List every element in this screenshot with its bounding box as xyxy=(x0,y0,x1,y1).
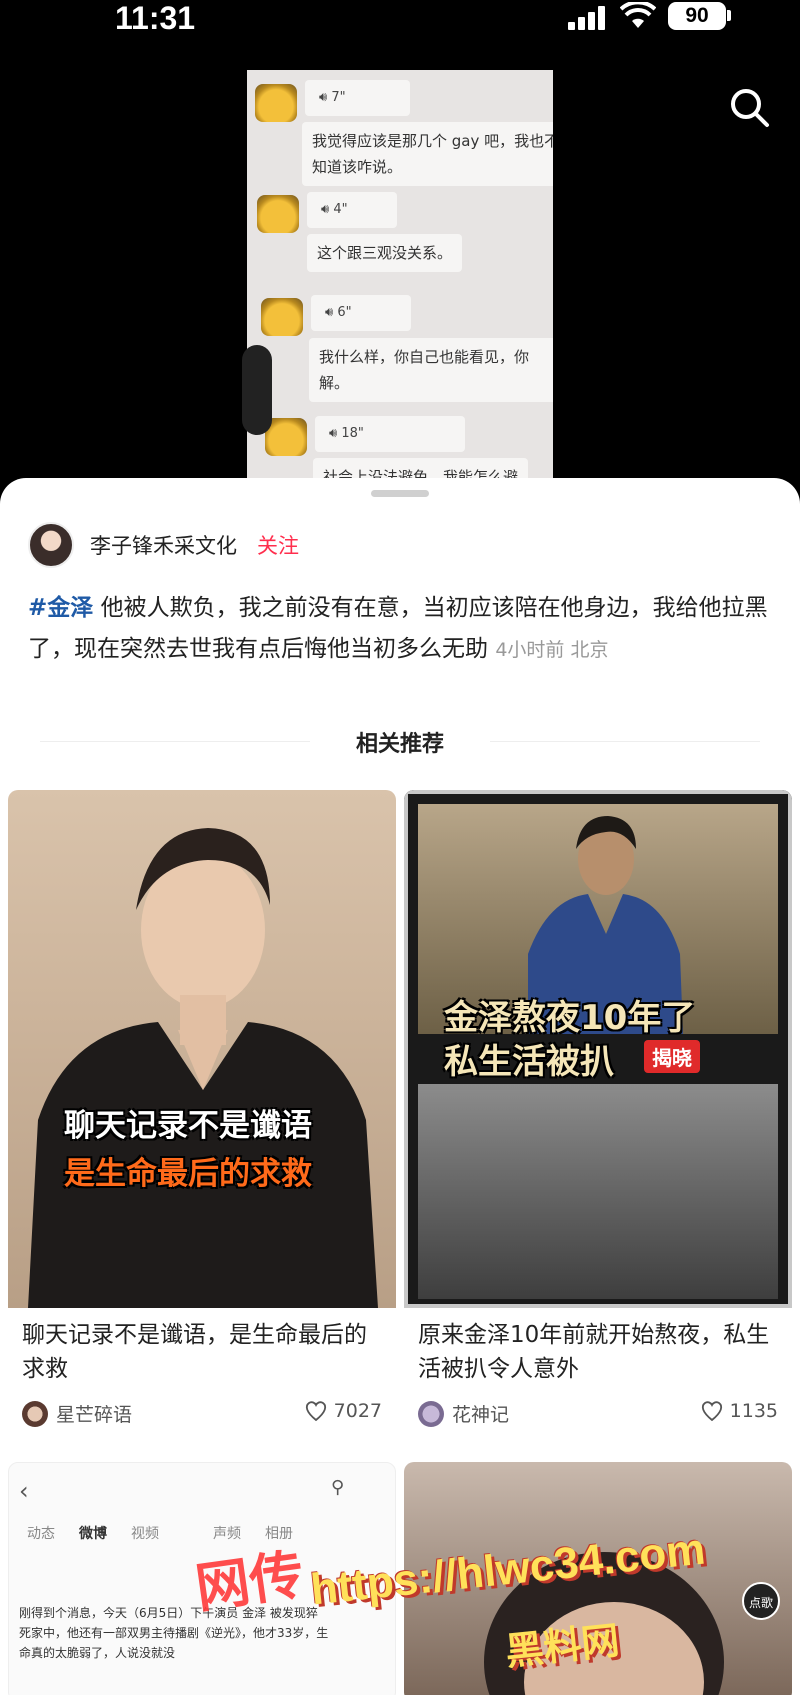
chat-avatar xyxy=(257,195,299,233)
post-meta: 4小时前 北京 xyxy=(495,639,609,661)
hashtag-link[interactable]: #金泽 xyxy=(28,595,93,621)
card-thumbnail: 金泽熬夜10年了 私生活被扒 揭晓 xyxy=(404,790,792,1308)
card-overlay-line: 是生命最后的求救 xyxy=(64,1156,312,1192)
preview-text: 刚得到个消息，今天（6月5日）下午演员 金泽 被发现猝死家中，他还有一部双男主待… xyxy=(19,1606,329,1660)
post-detail-sheet: 李子锋禾采文化 关注 #金泽 他被人欺负，我之前没有在意，当初应该陪在他身边，我… xyxy=(0,478,800,1695)
back-arrow-icon: ‹ xyxy=(19,1477,29,1505)
card-likes[interactable]: 1135 xyxy=(700,1400,778,1422)
avatar xyxy=(418,1400,444,1427)
author-name[interactable]: 李子锋禾采文化 xyxy=(90,530,237,560)
voice-message: 🔊︎ 18" xyxy=(315,416,465,452)
voice-wave-icon: 🔊︎ xyxy=(321,202,334,217)
follow-button[interactable]: 关注 xyxy=(257,530,299,560)
song-request-badge[interactable]: 点歌 xyxy=(742,1582,780,1620)
sheet-drag-handle[interactable] xyxy=(371,490,429,497)
text-message: 社会上没法避免，我能怎么避 xyxy=(313,458,529,480)
card-likes[interactable]: 7027 xyxy=(304,1400,382,1422)
card-author[interactable]: 星芒碎语 xyxy=(22,1400,132,1427)
voice-message: 🔊︎ 6" xyxy=(311,295,411,331)
cellular-signal-icon xyxy=(568,6,606,30)
voice-duration: 7" xyxy=(331,90,346,105)
like-count: 7027 xyxy=(333,1400,382,1422)
wifi-icon xyxy=(620,2,656,28)
tab-weibo: 微博 xyxy=(79,1526,107,1542)
voice-wave-icon: 🔊︎ xyxy=(325,305,338,320)
card-author-name: 花神记 xyxy=(452,1404,510,1426)
text-message: 我什么样，你自己也能看见，你 解。 xyxy=(309,338,553,402)
avatar xyxy=(22,1400,48,1427)
battery-tip xyxy=(727,10,731,21)
heart-icon xyxy=(701,1401,722,1422)
voice-message: 🔊︎ 4" xyxy=(307,192,397,228)
tab-video: 视频 xyxy=(131,1526,159,1542)
voice-duration: 18" xyxy=(341,426,364,441)
card-thumbnail: 聊天记录不是谶语 是生命最后的求救 xyxy=(8,790,396,1308)
heart-icon xyxy=(305,1401,326,1422)
voice-duration: 4" xyxy=(333,202,348,217)
weibo-nav-tabs: 动态 微博 视频 声频 相册 xyxy=(27,1523,395,1543)
card-author-name: 星芒碎语 xyxy=(56,1404,133,1426)
text-message: 这个跟三观没关系。 xyxy=(307,234,463,272)
chat-avatar xyxy=(261,298,303,336)
card-title: 聊天记录不是谶语，是生命最后的求救 xyxy=(22,1322,367,1382)
stamp-text: 网传 xyxy=(191,1542,308,1621)
thumbnail-photo-bottom xyxy=(418,1084,778,1299)
voice-wave-icon: 🔊︎ xyxy=(329,426,342,441)
text-message: 我觉得应该是那几个 gay 吧，我也不 知道该咋说。 xyxy=(302,122,553,186)
status-bar: 11:31 90 xyxy=(0,0,800,40)
recommend-card[interactable]: 聊天记录不是谶语 是生命最后的求救 聊天记录不是谶语，是生命最后的求救 星芒碎语… xyxy=(8,790,396,1436)
card-author[interactable]: 花神记 xyxy=(418,1400,509,1427)
card-overlay-line: 金泽熬夜10年了 xyxy=(444,998,696,1038)
chat-screenshot: 🔊︎ 7" 我觉得应该是那几个 gay 吧，我也不 知道该咋说。 🔊︎ 4" 这… xyxy=(247,70,553,480)
chat-avatar xyxy=(255,84,297,122)
text-line: 我什么样，你自己也能看见，你 xyxy=(319,348,530,366)
post-text: 他被人欺负，我之前没有在意，当初应该陪在他身边，我给他拉黑了，现在突然去世我有点… xyxy=(28,595,768,662)
card-overlay-line: 聊天记录不是谶语 xyxy=(64,1108,312,1144)
text-line: 这个跟三观没关系。 xyxy=(317,244,453,262)
search-icon[interactable] xyxy=(728,86,770,128)
related-header: 相关推荐 xyxy=(0,726,800,758)
text-line: 知道该咋说。 xyxy=(312,158,403,176)
like-count: 1135 xyxy=(729,1400,778,1422)
tab-dynamic: 动态 xyxy=(27,1526,55,1542)
card-title: 原来金泽10年前就开始熬夜，私生活被扒令人意外 xyxy=(418,1322,770,1382)
card-overlay-line: 私生活被扒 xyxy=(444,1042,614,1082)
text-line: 解。 xyxy=(319,374,350,392)
text-line: 我觉得应该是那几个 gay 吧，我也不 xyxy=(312,132,553,150)
battery-indicator: 90 xyxy=(668,2,726,30)
card-overlay-badge: 揭晓 xyxy=(644,1040,700,1073)
post-body: #金泽 他被人欺负，我之前没有在意，当初应该陪在他身边，我给他拉黑了，现在突然去… xyxy=(28,588,768,671)
finger-shadow xyxy=(242,345,272,435)
avatar[interactable] xyxy=(28,522,74,568)
voice-duration: 6" xyxy=(337,305,352,320)
recommend-card[interactable]: 金泽熬夜10年了 私生活被扒 揭晓 原来金泽10年前就开始熬夜，私生活被扒令人意… xyxy=(404,790,792,1436)
author-row: 李子锋禾采文化 关注 xyxy=(28,520,299,570)
voice-wave-icon: 🔊︎ xyxy=(319,90,332,105)
search-icon: ⚲ xyxy=(331,1477,345,1498)
clock: 11:31 xyxy=(115,0,196,36)
person-figure xyxy=(28,828,378,1308)
voice-message: 🔊︎ 7" xyxy=(305,80,410,116)
